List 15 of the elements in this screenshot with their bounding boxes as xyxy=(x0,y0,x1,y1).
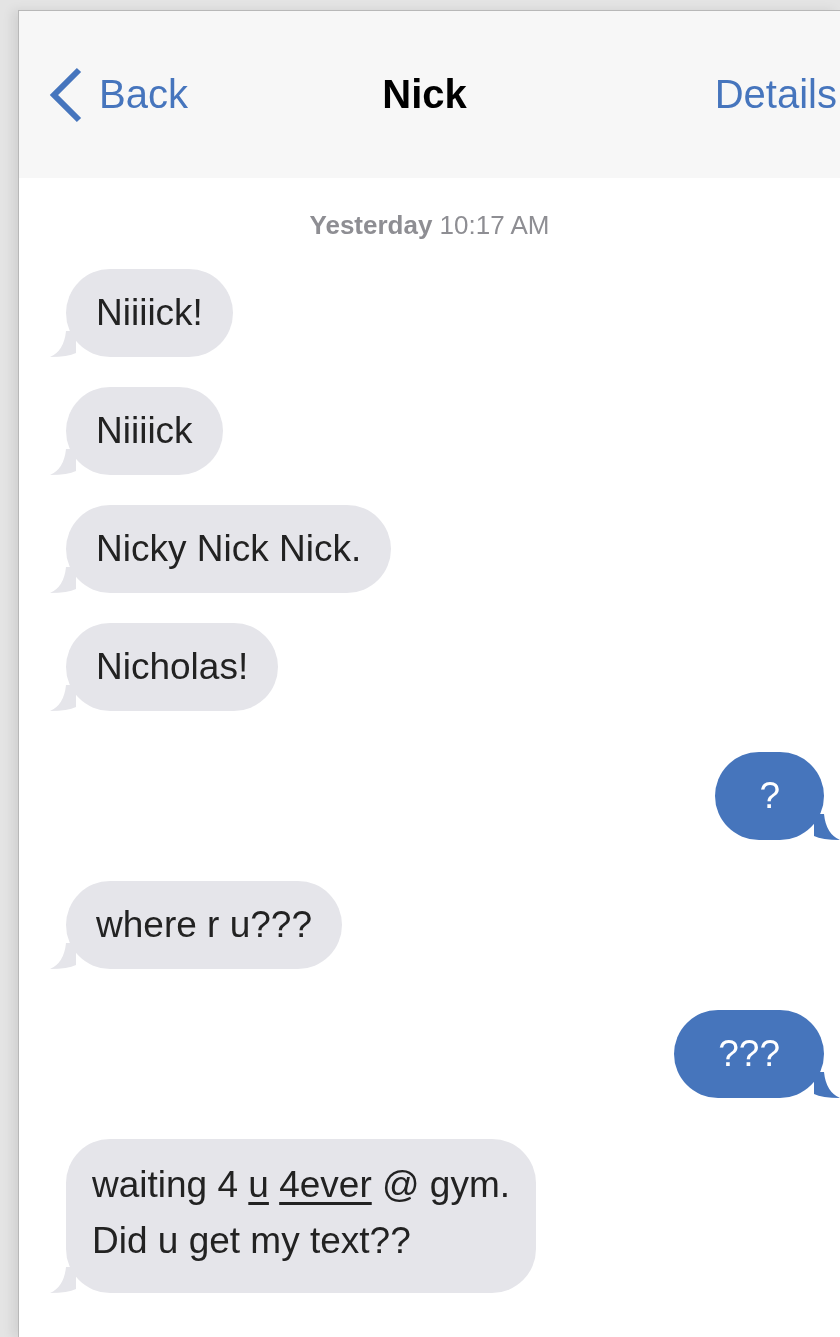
message-text: ??? xyxy=(718,1032,780,1076)
message-text: waiting 4 u 4ever @ gym. Did u get my text?? xyxy=(92,1163,511,1263)
message-text: Nicky Nick Nick. xyxy=(96,527,362,571)
timestamp: Yesterday 10:17 AM xyxy=(308,209,551,242)
link[interactable]: 4ever xyxy=(279,1164,372,1205)
message-text: where r u??? xyxy=(96,903,312,947)
back-chevron-icon[interactable] xyxy=(49,66,83,123)
details-button[interactable]: Details xyxy=(714,72,837,117)
message-text: Niiiick xyxy=(96,409,193,453)
message-text: Niiiick! xyxy=(96,291,203,335)
message-text: Nicholas! xyxy=(96,645,249,689)
link[interactable]: u xyxy=(248,1164,269,1205)
message-text: ? xyxy=(759,774,780,818)
contact-name: Nick xyxy=(382,72,468,117)
back-button[interactable]: Back xyxy=(99,72,188,117)
